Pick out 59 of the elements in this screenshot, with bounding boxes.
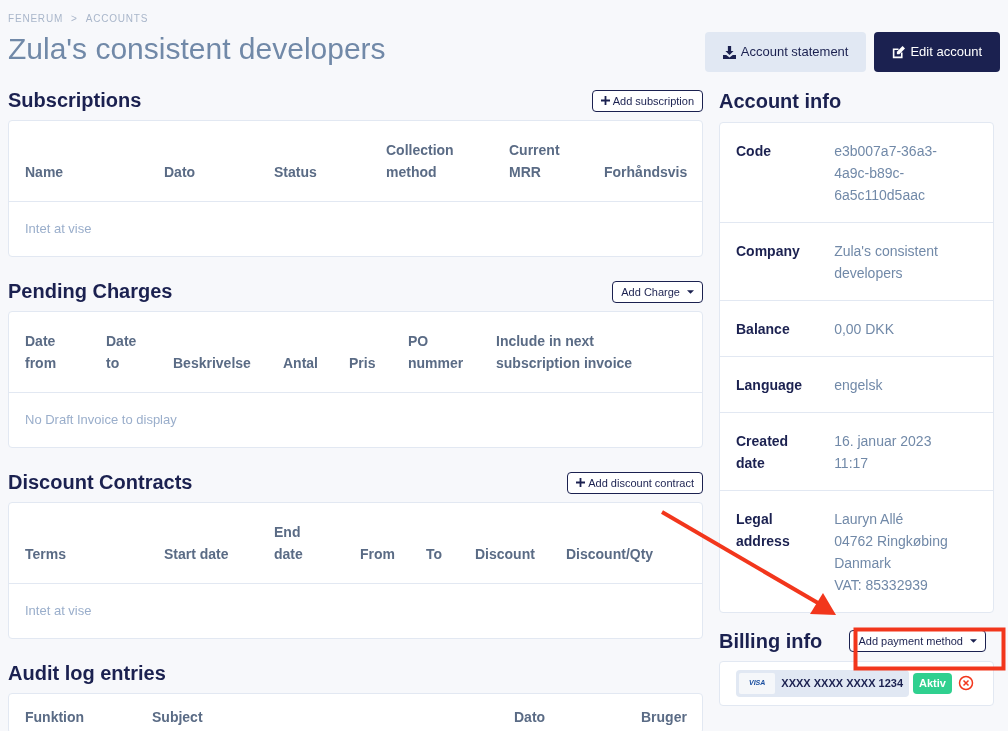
breadcrumb-separator: > bbox=[71, 12, 78, 26]
column-header: Bruger bbox=[625, 694, 702, 731]
download-icon bbox=[722, 45, 736, 59]
section-heading: Account info bbox=[719, 89, 843, 114]
statement-button[interactable]: Account statement bbox=[704, 32, 867, 72]
column-header: Date to bbox=[90, 312, 157, 393]
column-header: To bbox=[410, 503, 459, 584]
remove-icon[interactable] bbox=[957, 675, 974, 692]
add-button[interactable]: Add discount contract bbox=[567, 471, 703, 494]
column-header: Discount/Qty bbox=[550, 503, 702, 584]
field-label: Language bbox=[720, 356, 819, 413]
column-header: Date from bbox=[9, 312, 90, 393]
field-label: Company bbox=[720, 222, 819, 301]
edit-button[interactable]: Edit account bbox=[874, 32, 1000, 72]
column-header: Funktion bbox=[9, 694, 136, 731]
section-heading: Billing info bbox=[719, 629, 823, 653]
edit-icon bbox=[892, 45, 906, 59]
field-value: Zula's consistent developers bbox=[818, 222, 993, 301]
field-value: 0,00 DKK bbox=[818, 300, 993, 357]
empty-message: Intet at vise bbox=[9, 201, 702, 256]
caret-icon bbox=[970, 639, 977, 643]
dropdown-button[interactable]: Add Charge bbox=[612, 280, 703, 303]
column-header: Start date bbox=[148, 503, 258, 584]
column-header: Antal bbox=[267, 312, 333, 393]
column-header: Name bbox=[9, 121, 148, 202]
column-header: Subject bbox=[136, 694, 498, 731]
column-header: From bbox=[344, 503, 410, 584]
field-value: e3b007a7-36a3- 4a9c-b89c- 6a5c110d5aac bbox=[818, 123, 993, 223]
field-label: Created date bbox=[720, 412, 819, 491]
column-header: PO nummer bbox=[392, 312, 480, 393]
section-heading: Subscriptions bbox=[8, 88, 142, 112]
status-badge: Aktiv bbox=[913, 673, 952, 694]
empty-message: No Draft Invoice to display bbox=[9, 392, 702, 447]
field-label: Code bbox=[720, 123, 819, 223]
add-button[interactable]: Add subscription bbox=[591, 89, 703, 112]
field-value: engelsk bbox=[818, 356, 993, 413]
section-heading: Pending Charges bbox=[8, 279, 173, 303]
column-header: Current MRR bbox=[493, 121, 588, 202]
column-header: Collection method bbox=[370, 121, 493, 202]
column-header: Beskrivelse bbox=[157, 312, 267, 393]
column-header: Dato bbox=[498, 694, 625, 731]
column-header: Dato bbox=[148, 121, 258, 202]
column-header: End date bbox=[258, 503, 344, 584]
section-heading: Audit log entries bbox=[8, 661, 166, 685]
column-header: Discount bbox=[459, 503, 550, 584]
card-number: XXXX XXXX XXXX 1234 bbox=[781, 676, 904, 691]
field-label: Balance bbox=[720, 300, 819, 357]
field-value: 16. januar 2023 11:17 bbox=[818, 412, 993, 491]
column-header: Include in next subscription invoice bbox=[480, 312, 702, 393]
column-header: Pris bbox=[333, 312, 392, 393]
page-title: Zula's consistent developers bbox=[8, 31, 386, 67]
column-header: Status bbox=[258, 121, 370, 202]
plus-icon bbox=[600, 96, 610, 106]
section-heading: Discount Contracts bbox=[8, 470, 193, 494]
empty-message: Intet at vise bbox=[9, 583, 702, 638]
column-header: Forhåndsvis bbox=[588, 121, 702, 202]
column-header: Terms bbox=[9, 503, 148, 584]
caret-icon bbox=[687, 289, 694, 294]
plus-icon bbox=[576, 478, 586, 488]
